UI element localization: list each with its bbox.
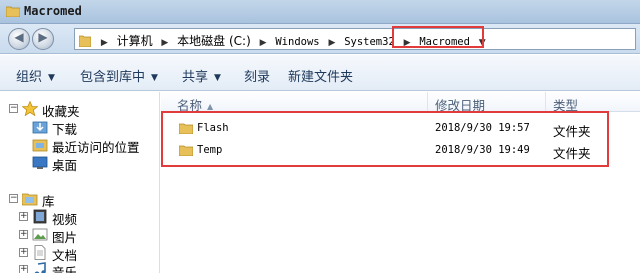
desktop-icon [32, 156, 48, 169]
collapse-icon[interactable]: − [9, 104, 18, 113]
nav-documents[interactable]: + 文档 [0, 244, 160, 263]
nav-desktop-label: 桌面 [52, 158, 78, 173]
title-bar: Macromed [0, 0, 640, 24]
library-icon [22, 193, 38, 206]
column-header-bar: 名称 ▲ 修改日期 类型 [161, 92, 640, 113]
file-list-highlight [161, 111, 609, 167]
expand-icon[interactable]: + [19, 248, 28, 257]
chevron-right-icon[interactable]: ▶ [328, 38, 335, 48]
breadcrumb-windows[interactable]: Windows [275, 36, 319, 48]
download-folder-icon [32, 121, 48, 134]
nav-desktop[interactable]: 桌面 [0, 154, 160, 173]
nav-libraries[interactable]: − 库 [0, 190, 160, 209]
folder-icon [79, 35, 91, 47]
command-toolbar: 组织 ▼ 包含到库中 ▼ 共享 ▼ 刻录 新建文件夹 [0, 55, 640, 91]
new-folder-button[interactable]: 新建文件夹 [288, 66, 353, 85]
share-label: 共享 [182, 70, 209, 85]
address-highlight [392, 26, 484, 48]
recent-places-icon [32, 139, 48, 152]
breadcrumb-local-disk[interactable]: 本地磁盘 (C:) [177, 32, 251, 49]
nav-music-label: 音乐 [52, 265, 78, 273]
nav-videos[interactable]: + 视频 [0, 208, 160, 227]
star-icon [22, 101, 38, 116]
column-divider[interactable] [545, 92, 546, 112]
include-in-library-button[interactable]: 包含到库中 ▼ [80, 66, 158, 85]
expand-icon[interactable]: + [19, 265, 28, 273]
burn-button[interactable]: 刻录 [244, 66, 270, 85]
chevron-right-icon[interactable]: ▶ [260, 38, 267, 48]
nav-pictures[interactable]: + 图片 [0, 226, 160, 245]
sort-ascending-icon: ▲ [207, 102, 214, 111]
address-row: ◀ ▶ ▶ 计算机 ▶ 本地磁盘 (C:) ▶ Windows ▶ System… [0, 24, 640, 54]
chevron-right-icon[interactable]: ▶ [101, 38, 108, 48]
navigation-pane: − 收藏夹 下载 最近访问的位置 桌面 − 库 + 视频 + 图片 + 文档 +… [0, 92, 160, 273]
column-divider[interactable] [427, 92, 428, 112]
share-button[interactable]: 共享 ▼ [182, 66, 221, 85]
breadcrumb-system32[interactable]: System32 [344, 36, 395, 48]
nav-recent-places[interactable]: 最近访问的位置 [0, 136, 160, 155]
burn-label: 刻录 [244, 70, 271, 85]
forward-arrow-icon: ▶ [38, 30, 48, 44]
back-arrow-icon: ◀ [14, 30, 24, 44]
address-bar[interactable]: ▶ 计算机 ▶ 本地磁盘 (C:) ▶ Windows ▶ System32 ▶… [74, 28, 636, 50]
music-icon [34, 262, 46, 273]
forward-button[interactable]: ▶ [32, 28, 54, 50]
nav-music[interactable]: + 音乐 [0, 261, 160, 273]
breadcrumb-computer[interactable]: 计算机 [117, 32, 153, 49]
include-in-library-label: 包含到库中 [80, 70, 146, 85]
picture-icon [32, 228, 48, 241]
organize-label: 组织 [16, 70, 43, 85]
expand-icon[interactable]: + [19, 230, 28, 239]
new-folder-label: 新建文件夹 [288, 70, 354, 85]
window-title: Macromed [24, 4, 82, 18]
video-icon [33, 209, 47, 224]
organize-button[interactable]: 组织 ▼ [16, 66, 55, 85]
chevron-down-icon: ▼ [214, 73, 221, 83]
chevron-down-icon: ▼ [48, 73, 55, 83]
nav-downloads[interactable]: 下载 [0, 118, 160, 137]
chevron-right-icon[interactable]: ▶ [161, 38, 168, 48]
folder-icon [6, 6, 20, 17]
back-button[interactable]: ◀ [8, 28, 30, 50]
document-icon [34, 245, 46, 260]
collapse-icon[interactable]: − [9, 194, 18, 203]
nav-favorites[interactable]: − 收藏夹 [0, 100, 160, 119]
chevron-down-icon: ▼ [151, 73, 158, 83]
expand-icon[interactable]: + [19, 212, 28, 221]
